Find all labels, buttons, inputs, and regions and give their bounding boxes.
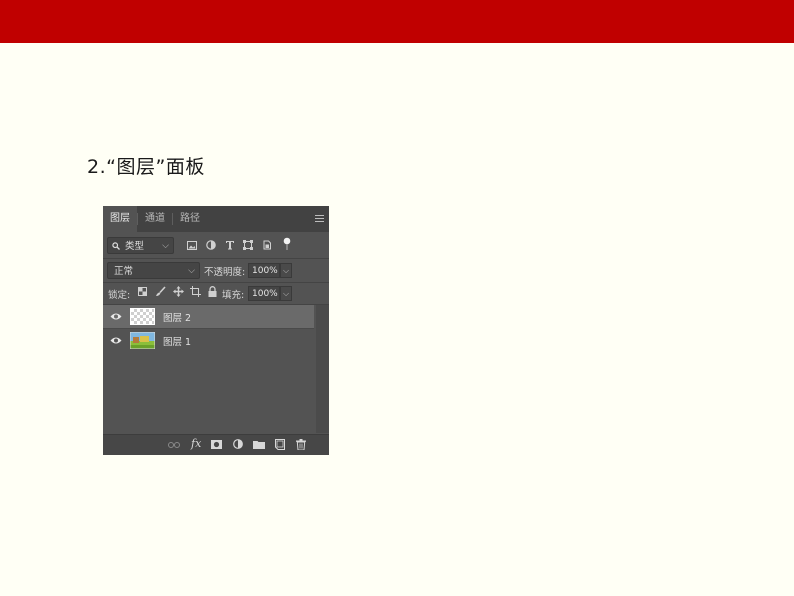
- visibility-eye-icon[interactable]: [110, 312, 122, 321]
- layer-name[interactable]: 图层 1: [163, 334, 191, 348]
- lock-position-icon[interactable]: [173, 286, 184, 297]
- fill-label: 填充:: [222, 290, 245, 301]
- panel-menu-icon[interactable]: [315, 215, 324, 223]
- trash-icon[interactable]: [296, 439, 306, 450]
- tab-channels[interactable]: 通道: [138, 206, 172, 232]
- mask-icon[interactable]: [211, 440, 222, 449]
- panel-bottom-toolbar: fx: [103, 434, 329, 455]
- opacity-field[interactable]: 100%: [248, 263, 280, 278]
- opacity-dropdown-button[interactable]: ⌵: [280, 263, 292, 278]
- slide-top-bar: [0, 0, 794, 43]
- lock-artboard-icon[interactable]: [190, 286, 201, 297]
- filter-kind-select[interactable]: 类型 ⌵: [107, 237, 174, 254]
- lock-image-icon[interactable]: [155, 286, 166, 297]
- filter-kind-label: 类型: [125, 241, 145, 252]
- adjustment-layer-icon[interactable]: [233, 439, 244, 450]
- fill-field[interactable]: 100%: [248, 286, 280, 301]
- fill-dropdown-button[interactable]: ⌵: [280, 286, 292, 301]
- layer-row[interactable]: 图层 2: [103, 305, 314, 328]
- search-icon: [112, 242, 120, 250]
- adjustment-filter-icon[interactable]: [206, 240, 216, 250]
- link-layers-icon[interactable]: [168, 442, 180, 448]
- layer-row[interactable]: 图层 1: [103, 329, 314, 352]
- shape-filter-icon[interactable]: [243, 240, 253, 250]
- layers-scrollbar[interactable]: [316, 305, 329, 433]
- image-filter-icon[interactable]: [187, 241, 197, 250]
- blend-row: 正常 ⌵ 不透明度: 100% ⌵: [103, 259, 329, 282]
- slide-heading: 2.“图层”面板: [87, 156, 205, 178]
- filter-row: 类型 ⌵: [103, 232, 329, 259]
- type-filter-icon[interactable]: [225, 240, 235, 250]
- layers-panel: 图层 通道 路径 类型 ⌵ 正常 ⌵ 不透明度: 100% ⌵ 锁定: 填充: …: [103, 206, 329, 455]
- chevron-down-icon: ⌵: [162, 241, 169, 251]
- filter-toggle-icon[interactable]: [283, 237, 291, 251]
- fx-icon[interactable]: fx: [191, 437, 201, 450]
- lock-transparent-icon[interactable]: [138, 287, 147, 296]
- lock-row: 锁定: 填充: 100% ⌵: [103, 283, 329, 304]
- layer-thumbnail-transparent: [130, 308, 155, 325]
- opacity-label: 不透明度:: [204, 267, 246, 278]
- visibility-eye-icon[interactable]: [110, 336, 122, 345]
- panel-tab-bar: 图层 通道 路径: [103, 206, 329, 232]
- blend-mode-select[interactable]: 正常 ⌵: [107, 262, 200, 279]
- lock-label: 锁定:: [108, 290, 131, 301]
- smart-object-filter-icon[interactable]: [262, 240, 272, 250]
- chevron-down-icon: ⌵: [188, 266, 195, 276]
- layer-name[interactable]: 图层 2: [163, 310, 191, 324]
- tab-layers[interactable]: 图层: [103, 206, 137, 232]
- layer-thumbnail-image: [130, 332, 155, 349]
- tab-paths[interactable]: 路径: [173, 206, 207, 232]
- lock-all-icon[interactable]: [208, 286, 217, 297]
- blend-mode-value: 正常: [114, 266, 134, 277]
- group-folder-icon[interactable]: [253, 440, 265, 449]
- new-layer-icon[interactable]: [275, 439, 285, 450]
